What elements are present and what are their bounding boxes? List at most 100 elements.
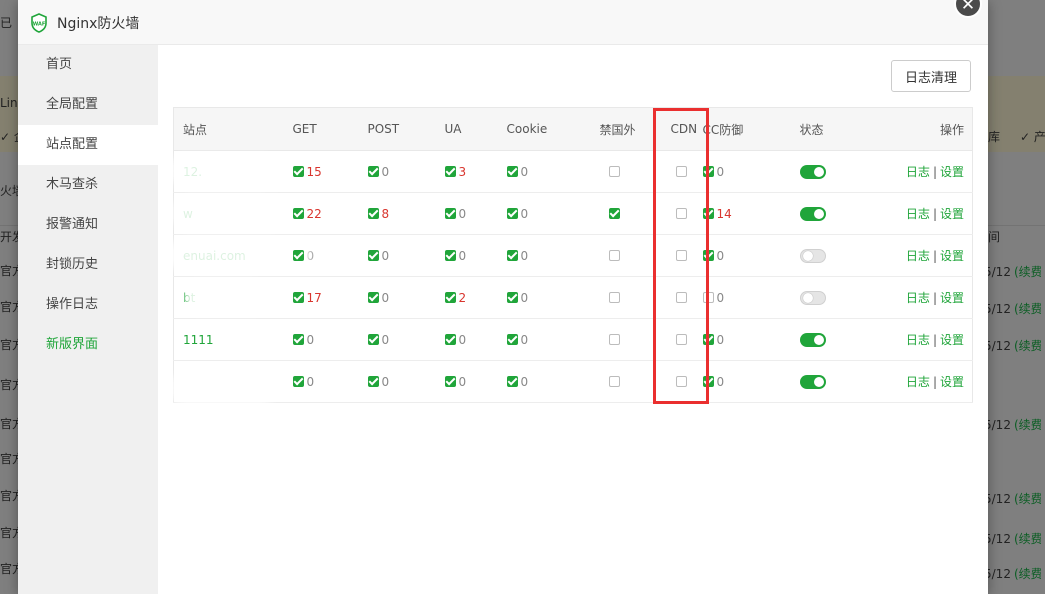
checkbox-icon[interactable] <box>444 165 456 177</box>
post-toggle[interactable]: 8 <box>367 207 389 221</box>
log-link[interactable]: 日志 <box>906 165 930 179</box>
get-toggle[interactable]: 22 <box>292 207 322 221</box>
settings-link[interactable]: 设置 <box>940 291 964 305</box>
settings-link[interactable]: 设置 <box>940 207 964 221</box>
checkbox-icon[interactable] <box>444 333 456 345</box>
sidebar-item-home[interactable]: 首页 <box>18 45 158 85</box>
foreign-checkbox[interactable] <box>608 291 620 303</box>
get-toggle[interactable]: 0 <box>292 375 314 389</box>
status-switch[interactable] <box>799 332 826 347</box>
ua-toggle[interactable]: 2 <box>444 291 466 305</box>
post-toggle[interactable]: 0 <box>367 291 389 305</box>
sidebar-item-block-history[interactable]: 封锁历史 <box>18 245 158 285</box>
checkbox-icon[interactable] <box>292 375 304 387</box>
checkbox-icon[interactable] <box>444 375 456 387</box>
cdn-checkbox[interactable] <box>675 333 687 345</box>
checkbox-icon[interactable] <box>367 207 379 219</box>
sidebar-item-new-ui[interactable]: 新版界面 <box>18 325 158 365</box>
site-name-link[interactable]: enuai.com <box>175 244 305 265</box>
post-toggle[interactable]: 0 <box>367 249 389 263</box>
foreign-checkbox[interactable] <box>608 375 620 387</box>
checkbox-icon[interactable] <box>292 207 304 219</box>
checkbox-icon[interactable] <box>506 165 518 177</box>
clear-log-button[interactable]: 日志清理 <box>891 60 971 92</box>
checkbox-icon[interactable] <box>444 207 456 219</box>
sidebar-item-operation-log[interactable]: 操作日志 <box>18 285 158 325</box>
site-name-link[interactable]: 1111 <box>183 333 214 347</box>
ua-toggle[interactable]: 0 <box>444 333 466 347</box>
checkbox-icon[interactable] <box>444 249 456 261</box>
ua-toggle[interactable]: 0 <box>444 207 466 221</box>
cc-toggle[interactable]: 0 <box>702 291 724 305</box>
checkbox-icon[interactable] <box>702 165 714 177</box>
checkbox-icon[interactable] <box>292 249 304 261</box>
foreign-checkbox[interactable] <box>608 249 620 261</box>
checkbox-icon[interactable] <box>292 165 304 177</box>
site-name-link[interactable]: bt <box>183 286 261 307</box>
checkbox-icon[interactable] <box>444 291 456 303</box>
checkbox-icon[interactable] <box>292 291 304 303</box>
checkbox-icon[interactable] <box>506 375 518 387</box>
log-link[interactable]: 日志 <box>906 207 930 221</box>
post-toggle[interactable]: 0 <box>367 333 389 347</box>
cookie-toggle[interactable]: 0 <box>506 375 528 389</box>
foreign-checkbox[interactable] <box>608 165 620 177</box>
cc-toggle[interactable]: 0 <box>702 375 724 389</box>
checkbox-icon[interactable] <box>367 249 379 261</box>
cc-toggle[interactable]: 0 <box>702 165 724 179</box>
settings-link[interactable]: 设置 <box>940 333 964 347</box>
cc-toggle[interactable]: 0 <box>702 333 724 347</box>
status-switch[interactable] <box>799 374 826 389</box>
settings-link[interactable]: 设置 <box>940 249 964 263</box>
checkbox-icon[interactable] <box>367 333 379 345</box>
sidebar-item-alert-notify[interactable]: 报警通知 <box>18 205 158 245</box>
cdn-checkbox[interactable] <box>675 249 687 261</box>
sidebar-item-site-config[interactable]: 站点配置 <box>18 125 158 165</box>
status-switch[interactable] <box>799 290 826 305</box>
checkbox-icon[interactable] <box>506 249 518 261</box>
checkbox-icon[interactable] <box>702 207 714 219</box>
checkbox-icon[interactable] <box>506 207 518 219</box>
status-switch[interactable] <box>799 206 826 221</box>
cdn-checkbox[interactable] <box>675 375 687 387</box>
checkbox-icon[interactable] <box>702 291 714 303</box>
cdn-checkbox[interactable] <box>675 165 687 177</box>
get-toggle[interactable]: 17 <box>292 291 322 305</box>
sidebar-item-trojan-scan[interactable]: 木马查杀 <box>18 165 158 205</box>
post-toggle[interactable]: 0 <box>367 165 389 179</box>
checkbox-icon[interactable] <box>367 375 379 387</box>
cookie-toggle[interactable]: 0 <box>506 207 528 221</box>
site-name-link[interactable]: w <box>179 202 279 223</box>
cdn-checkbox[interactable] <box>675 291 687 303</box>
log-link[interactable]: 日志 <box>906 291 930 305</box>
checkbox-icon[interactable] <box>367 291 379 303</box>
foreign-checkbox[interactable] <box>608 333 620 345</box>
cookie-toggle[interactable]: 0 <box>506 291 528 305</box>
site-name-link[interactable]: 12. <box>177 160 269 181</box>
settings-link[interactable]: 设置 <box>940 375 964 389</box>
checkbox-icon[interactable] <box>702 249 714 261</box>
log-link[interactable]: 日志 <box>906 333 930 347</box>
post-toggle[interactable]: 0 <box>367 375 389 389</box>
get-toggle[interactable]: 0 <box>292 249 314 263</box>
status-switch[interactable] <box>799 164 826 179</box>
sidebar-item-global-config[interactable]: 全局配置 <box>18 85 158 125</box>
settings-link[interactable]: 设置 <box>940 165 964 179</box>
cdn-checkbox[interactable] <box>675 207 687 219</box>
foreign-checkbox[interactable] <box>608 207 620 219</box>
cookie-toggle[interactable]: 0 <box>506 165 528 179</box>
status-switch[interactable] <box>799 248 826 263</box>
get-toggle[interactable]: 15 <box>292 165 322 179</box>
cc-toggle[interactable]: 14 <box>702 207 732 221</box>
cc-toggle[interactable]: 0 <box>702 249 724 263</box>
checkbox-icon[interactable] <box>367 165 379 177</box>
get-toggle[interactable]: 0 <box>292 333 314 347</box>
checkbox-icon[interactable] <box>506 291 518 303</box>
checkbox-icon[interactable] <box>702 375 714 387</box>
checkbox-icon[interactable] <box>292 333 304 345</box>
log-link[interactable]: 日志 <box>906 249 930 263</box>
cookie-toggle[interactable]: 0 <box>506 333 528 347</box>
log-link[interactable]: 日志 <box>906 375 930 389</box>
checkbox-icon[interactable] <box>702 333 714 345</box>
ua-toggle[interactable]: 0 <box>444 249 466 263</box>
